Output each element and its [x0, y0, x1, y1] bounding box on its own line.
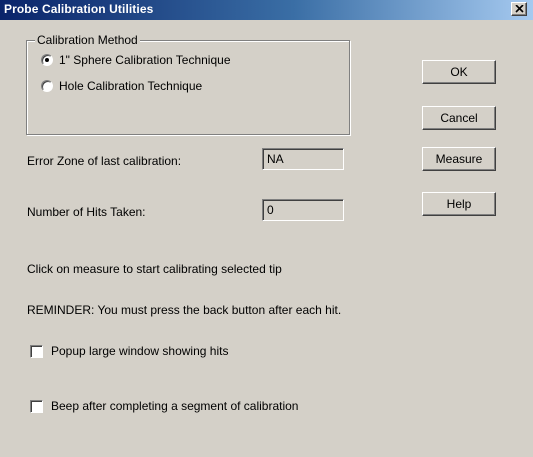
beep-checkbox[interactable] — [30, 399, 43, 413]
close-button[interactable] — [511, 2, 527, 16]
popup-window-label: Popup large window showing hits — [51, 344, 229, 358]
radio-button[interactable] — [41, 80, 53, 92]
cancel-button[interactable]: Cancel — [422, 106, 496, 130]
radio-hole-label: Hole Calibration Technique — [59, 79, 203, 93]
probe-calibration-dialog: Probe Calibration Utilities Calibration … — [0, 0, 533, 457]
window-title: Probe Calibration Utilities — [4, 2, 154, 16]
radio-hole-calibration[interactable]: Hole Calibration Technique — [41, 78, 202, 94]
instruction-text: Click on measure to start calibrating se… — [27, 262, 282, 276]
beep-label: Beep after completing a segment of calib… — [51, 399, 299, 413]
error-zone-field: NA — [262, 148, 344, 170]
ok-button[interactable]: OK — [422, 60, 496, 84]
measure-button[interactable]: Measure — [422, 147, 496, 171]
close-icon — [515, 5, 524, 13]
hits-taken-label: Number of Hits Taken: — [27, 205, 146, 219]
radio-button[interactable] — [41, 54, 53, 66]
beep-option[interactable]: Beep after completing a segment of calib… — [30, 398, 298, 414]
popup-window-checkbox[interactable] — [30, 344, 43, 358]
help-button[interactable]: Help — [422, 192, 496, 216]
hits-taken-field: 0 — [262, 199, 344, 221]
title-bar[interactable]: Probe Calibration Utilities — [0, 0, 533, 20]
calibration-method-group: Calibration Method 1" Sphere Calibration… — [26, 33, 350, 135]
calibration-method-label: Calibration Method — [35, 33, 140, 47]
reminder-text: REMINDER: You must press the back button… — [27, 303, 342, 317]
error-zone-label: Error Zone of last calibration: — [27, 154, 182, 168]
radio-sphere-label: 1" Sphere Calibration Technique — [59, 53, 231, 67]
popup-window-option[interactable]: Popup large window showing hits — [30, 343, 228, 359]
radio-sphere-calibration[interactable]: 1" Sphere Calibration Technique — [41, 52, 231, 68]
radio-selected-dot — [45, 58, 49, 62]
